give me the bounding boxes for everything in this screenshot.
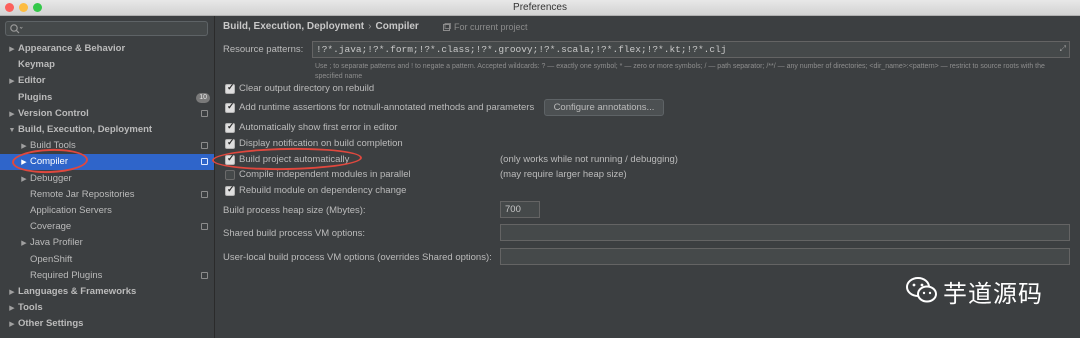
sidebar-item-appearance-behavior[interactable]: ▶ Appearance & Behavior <box>0 41 214 57</box>
project-scope-icon <box>201 271 208 279</box>
sidebar-item-version-control[interactable]: ▶ Version Control <box>0 106 214 122</box>
sidebar-item-label: Application Servers <box>30 205 112 216</box>
window-title: Preferences <box>513 2 567 13</box>
compile-independent-modules-in-parallel-label[interactable]: Compile independent modules in parallel <box>239 169 411 180</box>
sidebar-item-debugger[interactable]: ▶ Debugger <box>0 171 214 187</box>
breadcrumb-parent[interactable]: Build, Execution, Deployment <box>223 21 364 32</box>
automatically-show-first-error-in-editor-checkbox[interactable] <box>225 121 235 133</box>
project-scope-icon <box>201 109 208 117</box>
resource-patterns-value: !?*.java;!?*.form;!?*.class;!?*.groovy;!… <box>316 44 727 55</box>
automatically-show-first-error-in-editor-label[interactable]: Automatically show first error in editor <box>239 122 397 133</box>
heap-size-field[interactable]: 700 <box>500 201 540 218</box>
resource-patterns-label: Resource patterns: <box>223 44 304 55</box>
shared-vm-options-field[interactable] <box>500 224 1070 241</box>
collapsed-arrow-icon[interactable]: ▶ <box>6 301 18 317</box>
sidebar-item-label: Editor <box>18 75 46 87</box>
watermark: 芋道源码 <box>905 272 1055 308</box>
collapsed-arrow-icon[interactable]: ▶ <box>18 172 30 188</box>
collapsed-arrow-icon[interactable]: ▶ <box>6 285 18 301</box>
sidebar-item-label: Tools <box>18 302 43 314</box>
build-automatically-highlight-circle <box>211 146 363 172</box>
expanded-arrow-icon[interactable]: ▼ <box>6 123 18 139</box>
sidebar-item-java-profiler[interactable]: ▶ Java Profiler <box>0 235 214 251</box>
user-vm-options-field[interactable] <box>500 248 1070 265</box>
resource-patterns-hint: Use ; to separate patterns and ! to nega… <box>315 63 1045 80</box>
project-scope-icon <box>443 23 451 31</box>
sidebar-item-label: Languages & Frameworks <box>18 286 137 297</box>
collapsed-arrow-icon[interactable]: ▶ <box>18 236 30 252</box>
wechat-icon <box>906 277 937 303</box>
expand-field-icon[interactable]: ⤢ <box>1060 44 1066 54</box>
sidebar-item-languages-frameworks[interactable]: ▶ Languages & Frameworks <box>0 284 214 300</box>
sidebar-item-label: Keymap <box>18 59 55 71</box>
for-current-project-label: For current project <box>454 22 528 32</box>
sidebar-item-plugins[interactable]: Plugins 10 <box>0 90 214 106</box>
sidebar-item-label: Build, Execution, Deployment <box>18 124 153 135</box>
collapsed-arrow-icon[interactable]: ▶ <box>6 74 18 90</box>
sidebar-item-label: Other Settings <box>18 318 84 330</box>
for-current-project-note: For current project <box>443 22 528 32</box>
sidebar-item-application-servers[interactable]: Application Servers <box>0 203 214 219</box>
build-project-automatically-note: (only works while not running / debuggin… <box>500 154 678 165</box>
clear-output-directory-on-rebuild-label[interactable]: Clear output directory on rebuild <box>239 83 374 94</box>
collapsed-arrow-icon[interactable]: ▶ <box>6 42 18 58</box>
shared-vm-options-label: Shared build process VM options: <box>223 228 366 239</box>
project-scope-icon <box>201 142 208 150</box>
sidebar-item-keymap[interactable]: Keymap <box>0 57 214 73</box>
sidebar-item-editor[interactable]: ▶ Editor <box>0 73 214 89</box>
compile-independent-modules-in-parallel-note: (may require larger heap size) <box>500 169 627 180</box>
sidebar-item-openshift[interactable]: OpenShift <box>0 252 214 268</box>
project-scope-icon <box>201 158 208 166</box>
sidebar-item-coverage[interactable]: Coverage <box>0 219 214 235</box>
add-runtime-assertions-for-notnull-annotated-methods-and-parameters-label[interactable]: Add runtime assertions for notnull-annot… <box>239 102 534 113</box>
window-titlebar: Preferences <box>0 0 1080 16</box>
user-vm-options-label: User-local build process VM options (ove… <box>223 252 492 263</box>
watermark-text: 芋道源码 <box>943 280 1043 308</box>
resource-patterns-field[interactable]: !?*.java;!?*.form;!?*.class;!?*.groovy;!… <box>312 41 1070 58</box>
heap-size-label: Build process heap size (Mbytes): <box>223 205 366 216</box>
sidebar-item-other-settings[interactable]: ▶ Other Settings <box>0 316 214 332</box>
clear-output-directory-on-rebuild-checkbox[interactable] <box>225 82 235 94</box>
sidebar-item-label: Debugger <box>30 172 72 184</box>
sidebar-item-required-plugins[interactable]: Required Plugins <box>0 268 214 284</box>
display-notification-on-build-completion-checkbox[interactable] <box>225 137 235 149</box>
rebuild-module-on-dependency-change-label[interactable]: Rebuild module on dependency change <box>239 185 406 196</box>
project-scope-icon <box>201 190 208 198</box>
sidebar-item-tools[interactable]: ▶ Tools <box>0 300 214 316</box>
search-icon <box>10 24 23 34</box>
sidebar-item-label: Required Plugins <box>30 269 103 281</box>
settings-sidebar: ▶ Appearance & Behavior Keymap ▶ Editor Plugi… <box>0 16 215 338</box>
breadcrumb-separator: › <box>368 21 372 32</box>
breadcrumb-current: Compiler <box>375 21 419 32</box>
rebuild-module-on-dependency-change-checkbox[interactable] <box>225 184 235 196</box>
sidebar-item-label: OpenShift <box>30 253 73 265</box>
sidebar-item-label: Java Profiler <box>30 237 83 249</box>
search-input[interactable] <box>5 21 208 36</box>
sidebar-item-label: Remote Jar Repositories <box>30 188 135 200</box>
compile-independent-modules-in-parallel-checkbox[interactable] <box>225 170 235 180</box>
breadcrumb: Build, Execution, Deployment › Compiler <box>223 21 419 32</box>
heap-size-value: 700 <box>505 204 521 215</box>
sidebar-item-label: Plugins <box>18 91 53 103</box>
sidebar-item-label: Appearance & Behavior <box>18 43 126 54</box>
sidebar-item-label: Version Control <box>18 107 89 119</box>
configure-annotations-button[interactable]: Configure annotations... <box>544 99 664 116</box>
project-scope-icon <box>201 223 208 231</box>
sidebar-item-build-execution-deployment[interactable]: ▼ Build, Execution, Deployment <box>0 122 214 138</box>
sidebar-item-label: Coverage <box>30 221 72 233</box>
collapsed-arrow-icon[interactable]: ▶ <box>6 107 18 123</box>
plugins-update-badge: 10 <box>196 92 210 103</box>
sidebar-item-remote-jar-repositories[interactable]: Remote Jar Repositories <box>0 187 214 203</box>
collapsed-arrow-icon[interactable]: ▶ <box>6 317 18 333</box>
add-runtime-assertions-for-notnull-annotated-methods-and-parameters-checkbox[interactable] <box>225 101 235 113</box>
display-notification-on-build-completion-label[interactable]: Display notification on build completion <box>239 138 403 149</box>
